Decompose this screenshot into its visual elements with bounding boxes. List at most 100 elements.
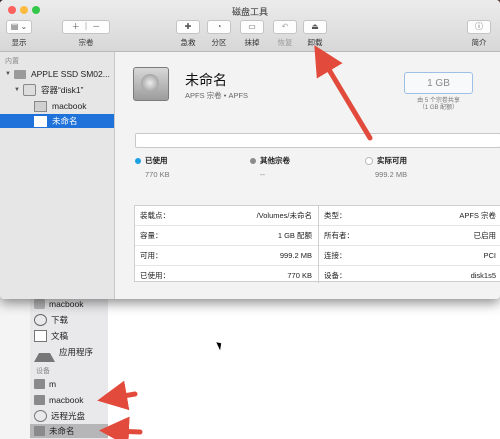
info-key: 类型： <box>324 211 347 220</box>
display-button[interactable]: ▤ ⌄ <box>6 20 32 34</box>
info-key: 已使用： <box>140 271 170 280</box>
legend-other-value: -- <box>260 170 265 179</box>
volume-label: 宗卷 <box>78 38 94 47</box>
stethoscope-icon: ✚ <box>184 22 192 31</box>
window-title: 磁盘工具 <box>231 7 268 17</box>
firstaid-label: 急救 <box>180 38 196 47</box>
disk-utility-window: 磁盘工具 ▤ ⌄ 显示 ＋ ｜ － 宗卷 ✚ 急救 ◔ 分区 ▭ 抹掉 ↶ 恢复… <box>0 0 500 299</box>
legend-other-label: 其他宗卷 <box>260 156 290 165</box>
sidebar-item-label: macbook <box>52 101 87 111</box>
sidebar-item-volume-untitled[interactable]: 未命名 <box>0 114 114 128</box>
info-key: 可用： <box>140 251 163 260</box>
info-value: disk1s5 <box>470 271 496 280</box>
finder-item-macbook[interactable]: macbook <box>34 297 84 311</box>
info-button[interactable]: ⓘ <box>467 20 491 34</box>
restore-label: 恢复 <box>277 38 293 47</box>
info-value: 770 KB <box>287 271 312 280</box>
sidebar-toggle-icon: ▤ ⌄ <box>10 22 28 31</box>
disc-icon <box>34 410 47 422</box>
sidebar-item-label: 未命名 <box>52 116 78 126</box>
info-row: 容量： 1 GB 配额 <box>135 226 318 246</box>
volume-button[interactable]: ＋ ｜ － <box>62 20 110 34</box>
finder-device-label: 未命名 <box>49 426 75 436</box>
capacity-note-line2: （1 GB 配额） <box>418 105 459 111</box>
finder-device-label: macbook <box>49 395 84 405</box>
download-icon <box>34 314 47 326</box>
other-dot-icon <box>250 158 256 165</box>
finder-item-documents[interactable]: 文稿 <box>34 329 68 343</box>
eject-icon: ⏏ <box>311 22 319 31</box>
info-icon: ⓘ <box>475 22 483 31</box>
info-column-right: 类型： APFS 宗卷 所有者： 已启用 连接： PCI 设备： disk1s5 <box>319 206 500 285</box>
container-icon <box>22 84 36 96</box>
disclosure-triangle-icon[interactable]: ▼ <box>14 87 20 93</box>
legend-free-label: 实际可用 <box>377 156 407 165</box>
disclosure-triangle-icon[interactable]: ▼ <box>5 71 11 77</box>
capacity-note-line1: 由 5 个宗卷共享 <box>417 98 460 104</box>
erase-label: 抹掉 <box>244 38 260 47</box>
finder-item-label: 下载 <box>51 315 69 325</box>
disk-icon <box>34 379 45 389</box>
finder-device-label: 远程光盘 <box>51 411 86 421</box>
sidebar-item-volume-macbook[interactable]: macbook <box>34 99 87 113</box>
info-key: 容量： <box>140 231 163 240</box>
finder-content <box>108 296 500 439</box>
sidebar-item-container[interactable]: ▼ 容器“disk1” <box>14 83 83 97</box>
info-value: APFS 宗卷 <box>459 211 496 220</box>
finder-device-m[interactable]: m <box>34 377 56 391</box>
disk-icon <box>34 395 45 405</box>
hard-drive-icon <box>13 69 26 79</box>
legend-used-label: 已使用 <box>145 156 168 165</box>
firstaid-button[interactable]: ✚ <box>176 20 200 34</box>
finder-item-label: 文稿 <box>51 331 69 341</box>
info-value: PCI <box>483 251 496 260</box>
info-label: 简介 <box>471 38 487 47</box>
free-dot-icon <box>365 157 373 166</box>
usage-bar <box>135 133 500 148</box>
volume-icon <box>34 115 47 127</box>
info-key: 连接： <box>324 251 347 260</box>
info-row: 设备： disk1s5 <box>319 266 500 285</box>
info-key: 所有者： <box>324 231 354 240</box>
capacity-note: 由 5 个宗卷共享 （1 GB 配额） <box>395 98 482 112</box>
add-remove-volume-icon: ＋ ｜ － <box>71 22 101 31</box>
disk-icon <box>34 426 45 436</box>
finder-device-untitled[interactable]: 未命名 <box>30 424 108 438</box>
info-table: 装载点：/Volumes/未命名 容量： 1 GB 配额 可用： 999.2 MB … <box>134 205 500 285</box>
finder-item-downloads[interactable]: 下载 <box>34 313 68 327</box>
finder-item-applications[interactable]: 应用程序 <box>34 343 94 362</box>
volume-disk-icon <box>133 67 169 101</box>
unmount-label: 卸载 <box>307 38 323 47</box>
info-row: 类型： APFS 宗卷 <box>319 206 500 226</box>
finder-item-label: 应用程序 <box>59 347 94 357</box>
partition-icon: ◔ <box>216 22 222 31</box>
finder-device-remote-disc[interactable]: 远程光盘 <box>34 409 85 423</box>
document-icon <box>34 330 47 342</box>
info-row: 连接： PCI <box>319 246 500 266</box>
finder-window: macbook 下载 文稿 应用程序 设备 m macbook 远程光盘 未命名 <box>0 296 500 439</box>
volume-name: 未命名 <box>185 72 227 88</box>
info-value: 已启用 <box>473 231 497 240</box>
finder-sidebar: macbook 下载 文稿 应用程序 设备 m macbook 远程光盘 未命名 <box>30 296 109 439</box>
volume-icon <box>34 100 47 112</box>
erase-icon: ▭ <box>248 22 256 31</box>
sidebar-section-internal: 内置 <box>5 58 19 65</box>
folder-icon <box>34 299 45 309</box>
finder-device-label: m <box>49 379 57 389</box>
erase-button[interactable]: ▭ <box>240 20 264 34</box>
applications-icon <box>34 343 55 362</box>
legend-other: 其他宗卷 -- <box>250 155 290 179</box>
finder-device-macbook[interactable]: macbook <box>34 393 84 407</box>
restore-button[interactable]: ↶ <box>273 20 297 34</box>
finder-devices-header: 设备 <box>36 368 50 375</box>
info-key: 设备： <box>324 271 347 280</box>
finder-item-label: macbook <box>49 299 84 309</box>
main-panel: 未命名 APFS 宗卷 • APFS 1 GB 由 5 个宗卷共享 （1 GB … <box>115 52 500 299</box>
restore-icon: ↶ <box>281 22 289 31</box>
partition-button[interactable]: ◔ <box>207 20 231 34</box>
sidebar-item-disk[interactable]: ▼ APPLE SSD SM02... <box>5 67 110 81</box>
titlebar: 磁盘工具 ▤ ⌄ 显示 ＋ ｜ － 宗卷 ✚ 急救 ◔ 分区 ▭ 抹掉 ↶ 恢复… <box>0 0 500 52</box>
info-key: 装载点： <box>140 211 170 220</box>
unmount-button[interactable]: ⏏ <box>303 20 327 34</box>
sidebar: 内置 ▼ APPLE SSD SM02... ▼ 容器“disk1” macbo… <box>0 52 115 299</box>
